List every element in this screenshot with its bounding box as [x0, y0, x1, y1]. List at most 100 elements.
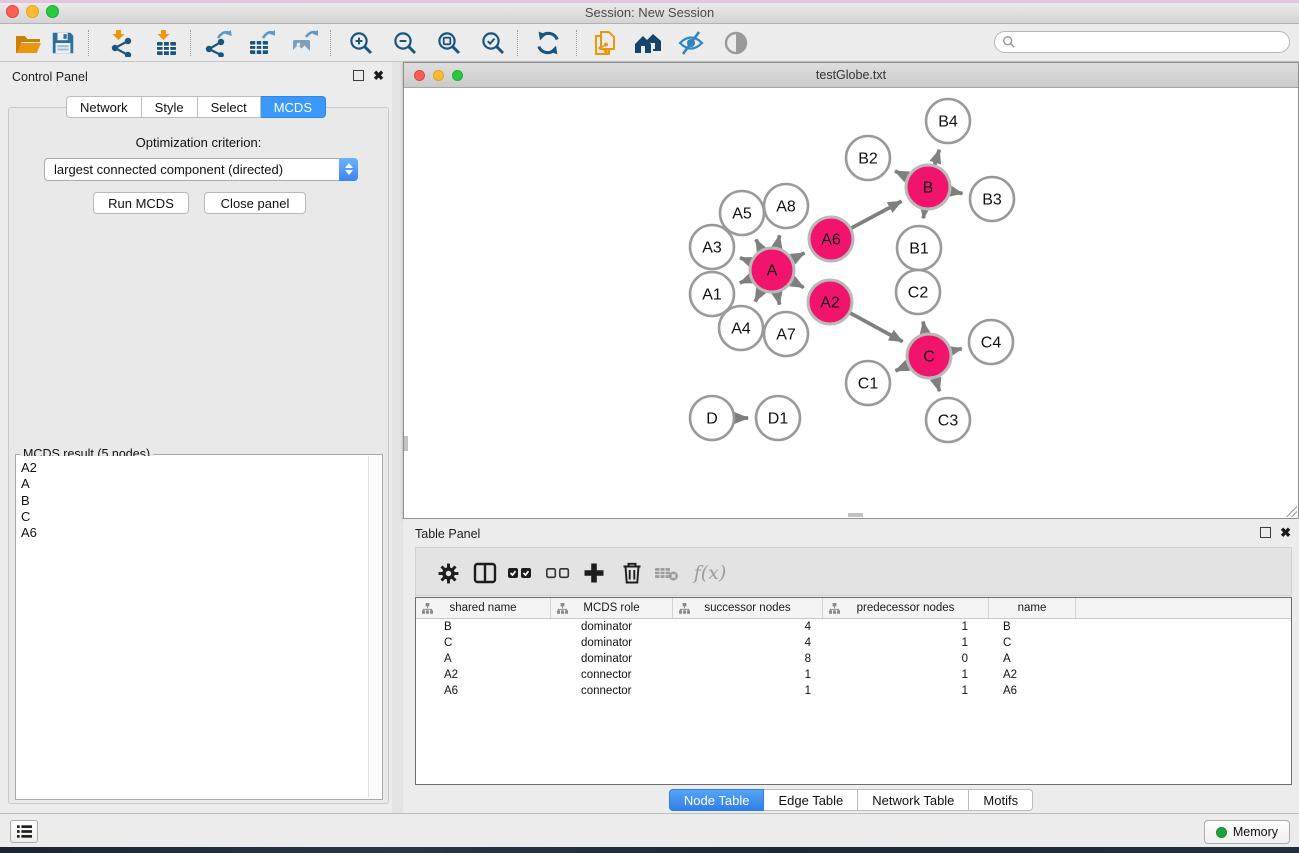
table-cell[interactable]: 1 [673, 683, 823, 699]
table-cell[interactable]: dominator [551, 619, 673, 635]
table-row[interactable]: Adominator80A [416, 651, 1291, 667]
table-cell[interactable]: connector [551, 667, 673, 683]
table-cell[interactable]: A2 [989, 667, 1076, 683]
graph-edge-C-C3[interactable] [936, 378, 940, 391]
table-cell[interactable]: 0 [823, 651, 989, 667]
zoom-fit-icon[interactable] [434, 28, 464, 58]
result-item[interactable]: C [21, 509, 368, 525]
horizontal-scroll-mark[interactable] [848, 513, 863, 517]
vertical-scroll-mark[interactable] [404, 436, 408, 451]
tab-mcds[interactable]: MCDS [261, 96, 326, 118]
run-mcds-button[interactable]: Run MCDS [93, 192, 189, 214]
search-field[interactable] [994, 31, 1290, 53]
task-history-button[interactable] [10, 820, 38, 843]
close-table-panel-icon[interactable]: ✖ [1280, 527, 1291, 538]
result-item[interactable]: A [21, 476, 368, 492]
table-cell[interactable]: A2 [416, 667, 551, 683]
result-item[interactable]: A6 [21, 525, 368, 541]
column-header-name[interactable]: name [989, 598, 1076, 618]
delete-column-trash-icon[interactable] [618, 559, 646, 587]
graph-edge-C-C2[interactable] [923, 322, 925, 334]
mcds-result-list[interactable]: A2ABCA6 [17, 456, 368, 798]
table-cell[interactable]: C [416, 635, 551, 651]
graph-edge-A-A2[interactable] [792, 281, 804, 287]
tab-node-table[interactable]: Node Table [669, 789, 765, 811]
table-cell[interactable]: B [416, 619, 551, 635]
table-cell[interactable]: 1 [823, 683, 989, 699]
table-cell[interactable]: 1 [673, 667, 823, 683]
column-header-shared-name[interactable]: shared name [416, 598, 551, 618]
delete-table-icon[interactable] [653, 559, 681, 587]
graph-edge-A-A7[interactable] [777, 292, 780, 304]
table-cell[interactable]: dominator [551, 651, 673, 667]
table-cell[interactable]: dominator [551, 635, 673, 651]
criterion-dropdown[interactable]: largest connected component (directed) [44, 158, 358, 181]
graph-edge-A-A5[interactable] [756, 240, 761, 250]
export-image-icon[interactable] [289, 28, 319, 58]
column-header-successor-nodes[interactable]: successor nodes [673, 598, 823, 618]
graph-edge-A-A3[interactable] [740, 258, 751, 262]
window-resize-grip[interactable] [1286, 506, 1297, 517]
result-item[interactable]: B [21, 493, 368, 509]
zoom-selected-icon[interactable] [478, 28, 508, 58]
table-cell[interactable]: connector [551, 683, 673, 699]
show-columns-icon[interactable] [471, 559, 499, 587]
graph-edge-B-B3[interactable] [951, 191, 963, 193]
table-cell[interactable]: 1 [823, 667, 989, 683]
table-cell[interactable]: 4 [673, 635, 823, 651]
zoom-out-icon[interactable] [390, 28, 420, 58]
table-cell[interactable]: A [989, 651, 1076, 667]
close-panel-icon[interactable]: ✖ [373, 70, 384, 81]
graph-edge-A6-B[interactable] [851, 201, 901, 228]
table-settings-gear-icon[interactable] [434, 559, 462, 587]
graph-edge-A-A8[interactable] [777, 235, 780, 247]
tab-network[interactable]: Network [66, 96, 142, 118]
deselect-all-checkboxes-icon[interactable] [544, 559, 572, 587]
table-cell[interactable]: B [989, 619, 1076, 635]
graph-edge-A-A4[interactable] [755, 290, 761, 301]
tab-style[interactable]: Style [142, 96, 198, 118]
column-header-predecessor-nodes[interactable]: predecessor nodes [823, 598, 989, 618]
graph-edge-A2-C[interactable] [850, 313, 902, 342]
refresh-icon[interactable] [533, 28, 563, 58]
import-network-icon[interactable] [106, 28, 136, 58]
memory-button[interactable]: Memory [1204, 820, 1290, 844]
tab-edge-table[interactable]: Edge Table [764, 789, 858, 811]
graph-edge-B-B1[interactable] [923, 210, 924, 219]
table-cell[interactable]: 1 [823, 619, 989, 635]
hide-graphics-details-icon[interactable] [676, 28, 706, 58]
float-table-panel-icon[interactable] [1260, 527, 1271, 538]
result-list-scrollbar[interactable] [368, 456, 381, 798]
table-cell[interactable]: 8 [673, 651, 823, 667]
column-header-MCDS-role[interactable]: MCDS role [551, 598, 673, 618]
table-row[interactable]: Bdominator41B [416, 619, 1291, 635]
network-canvas[interactable]: B4B2BB3A8A5A6A3B1AC2A1A2A4A7C4CC1DD1C3 [404, 88, 1298, 518]
network-window-titlebar[interactable]: testGlobe.txt [404, 63, 1298, 88]
open-file-icon[interactable] [13, 28, 43, 58]
graph-edge-C-C4[interactable] [951, 349, 961, 351]
table-cell[interactable]: C [989, 635, 1076, 651]
table-cell[interactable]: A6 [416, 683, 551, 699]
tab-select[interactable]: Select [198, 96, 261, 118]
table-cell[interactable]: 1 [823, 635, 989, 651]
float-panel-icon[interactable] [353, 70, 364, 81]
graph-edge-B-B2[interactable] [895, 171, 907, 177]
export-table-icon[interactable] [246, 28, 276, 58]
import-table-icon[interactable] [151, 28, 181, 58]
table-row[interactable]: Cdominator41C [416, 635, 1291, 651]
graph-edge-B-B4[interactable] [935, 150, 940, 165]
home-icon[interactable] [632, 28, 662, 58]
export-network-icon[interactable] [203, 28, 233, 58]
clone-network-icon[interactable] [590, 28, 620, 58]
select-all-checkboxes-icon[interactable] [506, 559, 534, 587]
tab-network-table[interactable]: Network Table [858, 789, 969, 811]
table-row[interactable]: A6connector11A6 [416, 683, 1291, 699]
table-cell[interactable]: 4 [673, 619, 823, 635]
table-row[interactable]: A2connector11A2 [416, 667, 1291, 683]
show-graphics-details-icon[interactable] [721, 28, 751, 58]
add-column-icon[interactable] [580, 559, 608, 587]
function-builder-icon[interactable]: f(x) [690, 559, 730, 587]
table-cell[interactable]: A6 [989, 683, 1076, 699]
tab-motifs[interactable]: Motifs [969, 789, 1033, 811]
result-item[interactable]: A2 [21, 460, 368, 476]
